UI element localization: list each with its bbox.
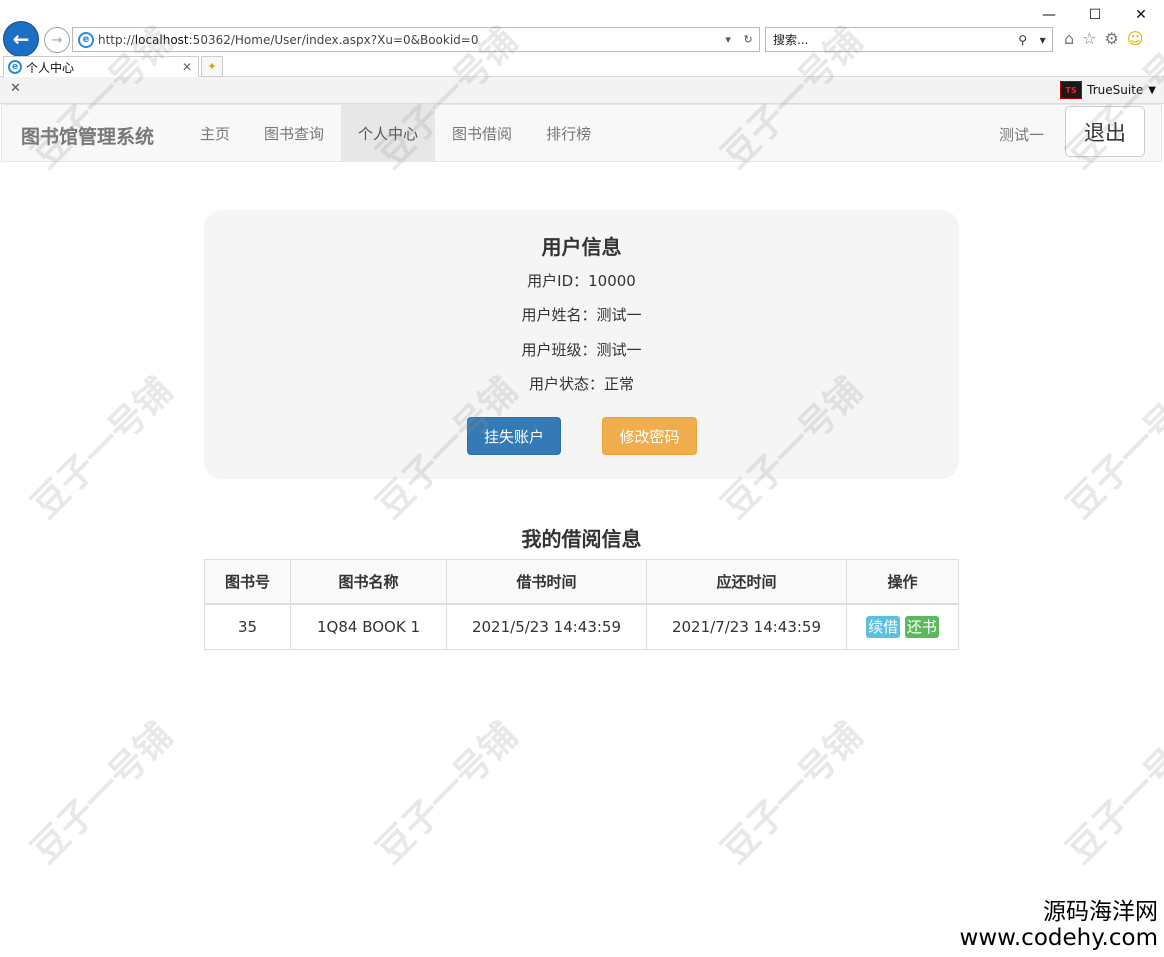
watermark-text: 豆子一号铺 <box>24 715 181 872</box>
forward-arrow-icon[interactable]: → <box>44 27 70 53</box>
borrow-table: 图书号 图书名称 借书时间 应还时间 操作 35 1Q84 BOOK 1 202… <box>204 559 959 650</box>
logout-button[interactable]: 退出 <box>1065 106 1145 157</box>
window-controls: — ☐ ✕ <box>1026 2 1164 28</box>
url-host: localhost <box>134 32 189 47</box>
address-url[interactable]: http://localhost:50362/Home/User/index.a… <box>98 33 719 47</box>
cell-actions: 续借 还书 <box>846 603 959 650</box>
feedback-smiley-icon[interactable]: ☺ <box>1127 29 1144 48</box>
watermark-text: 豆子一号铺 <box>714 715 871 872</box>
corner-watermark: 源码海洋网 www.codehy.com <box>960 899 1158 951</box>
chevron-down-icon: ▼ <box>1148 84 1156 96</box>
col-book-id: 图书号 <box>204 559 291 605</box>
url-prefix: http:// <box>98 32 135 47</box>
tab-personal-center[interactable]: e 个人中心 ✕ <box>3 56 199 77</box>
col-borrow-time: 借书时间 <box>446 559 647 605</box>
search-icon[interactable]: ⚲ <box>1018 33 1027 47</box>
gear-icon[interactable]: ⚙ <box>1105 29 1119 48</box>
nav-item-book-borrow[interactable]: 图书借阅 <box>435 105 529 161</box>
truesuite-logo-icon: TS <box>1060 81 1083 99</box>
renew-button[interactable]: 续借 <box>866 616 901 638</box>
watermark-text: 豆子一号铺 <box>24 370 181 527</box>
nav-item-home[interactable]: 主页 <box>183 105 247 161</box>
address-bar[interactable]: e http://localhost:50362/Home/User/index… <box>72 27 760 52</box>
table-row: 35 1Q84 BOOK 1 2021/5/23 14:43:59 2021/7… <box>204 603 959 650</box>
nav-menu: 主页 图书查询 个人中心 图书借阅 排行榜 <box>183 105 608 161</box>
watermark-text: 豆子一号铺 <box>1059 715 1164 872</box>
table-header-row: 图书号 图书名称 借书时间 应还时间 操作 <box>204 559 959 605</box>
site-navbar: 图书馆管理系统 主页 图书查询 个人中心 图书借阅 排行榜 测试一 退出 <box>1 104 1162 162</box>
tab-title: 个人中心 <box>26 60 75 75</box>
watermark-text: 豆子一号铺 <box>1059 370 1164 527</box>
col-book-name: 图书名称 <box>290 559 447 605</box>
dropdown-arrow-icon[interactable]: ▾ <box>725 33 731 46</box>
browser-chrome: — ☐ ✕ ← → e http://localhost:50362/Home/… <box>0 0 1164 57</box>
maximize-icon[interactable]: ☐ <box>1072 2 1118 28</box>
user-info-title: 用户信息 <box>541 235 622 259</box>
cell-borrow-time: 2021/5/23 14:43:59 <box>446 603 647 650</box>
corner-watermark-url: www.codehy.com <box>959 925 1158 951</box>
search-dropdown-icon[interactable]: ▾ <box>1040 33 1046 47</box>
tab-close-icon[interactable]: ✕ <box>182 60 198 74</box>
truesuite-extension[interactable]: TS TrueSuite ▼ <box>1060 81 1156 99</box>
col-due-time: 应还时间 <box>646 559 847 605</box>
refresh-icon[interactable]: ↻ <box>743 33 752 46</box>
url-path: :50362/Home/User/index.aspx?Xu=0&Bookid=… <box>188 32 479 47</box>
close-toolbar-icon[interactable]: ✕ <box>10 81 21 96</box>
truesuite-label: TrueSuite <box>1087 83 1144 97</box>
search-input[interactable]: 搜索... <box>766 31 1012 48</box>
ie-icon: e <box>78 31 94 48</box>
tab-ie-icon: e <box>8 60 22 74</box>
return-button[interactable]: 还书 <box>904 616 939 638</box>
back-arrow-icon[interactable]: ← <box>3 21 39 57</box>
report-loss-button[interactable]: 挂失账户 <box>467 417 561 455</box>
watermark-text: 豆子一号铺 <box>369 715 526 872</box>
user-info-panel: 用户信息 用户ID：10000 用户姓名：测试一 用户班级：测试一 用户状态：正… <box>204 210 959 479</box>
tab-row: e 个人中心 ✕ ✦ <box>0 56 1164 77</box>
col-actions: 操作 <box>846 559 959 605</box>
command-bar: ✕ TS TrueSuite ▼ <box>0 77 1164 104</box>
cell-book-id: 35 <box>204 603 291 650</box>
favorites-star-icon[interactable]: ☆ <box>1082 29 1096 48</box>
search-box[interactable]: 搜索... ⚲ ▾ <box>765 27 1053 52</box>
user-id-line: 用户ID：10000 <box>527 272 636 290</box>
corner-watermark-title: 源码海洋网 <box>1043 899 1158 925</box>
home-icon[interactable]: ⌂ <box>1064 29 1074 48</box>
borrow-section-title: 我的借阅信息 <box>521 527 642 551</box>
site-brand[interactable]: 图书馆管理系统 <box>21 122 154 149</box>
change-password-button[interactable]: 修改密码 <box>602 417 697 455</box>
user-class-line: 用户班级：测试一 <box>521 341 642 359</box>
user-name-line: 用户姓名：测试一 <box>521 306 642 324</box>
close-icon[interactable]: ✕ <box>1118 2 1164 28</box>
nav-item-book-search[interactable]: 图书查询 <box>247 105 341 161</box>
minimize-icon[interactable]: — <box>1026 2 1072 28</box>
cell-book-name: 1Q84 BOOK 1 <box>290 603 447 650</box>
cell-due-time: 2021/7/23 14:43:59 <box>646 603 847 650</box>
new-tab-icon[interactable]: ✦ <box>201 56 223 77</box>
current-user-name[interactable]: 测试一 <box>999 124 1044 145</box>
nav-item-personal-center[interactable]: 个人中心 <box>341 105 436 161</box>
user-status-line: 用户状态：正常 <box>528 375 634 393</box>
nav-item-ranking[interactable]: 排行榜 <box>529 105 608 161</box>
